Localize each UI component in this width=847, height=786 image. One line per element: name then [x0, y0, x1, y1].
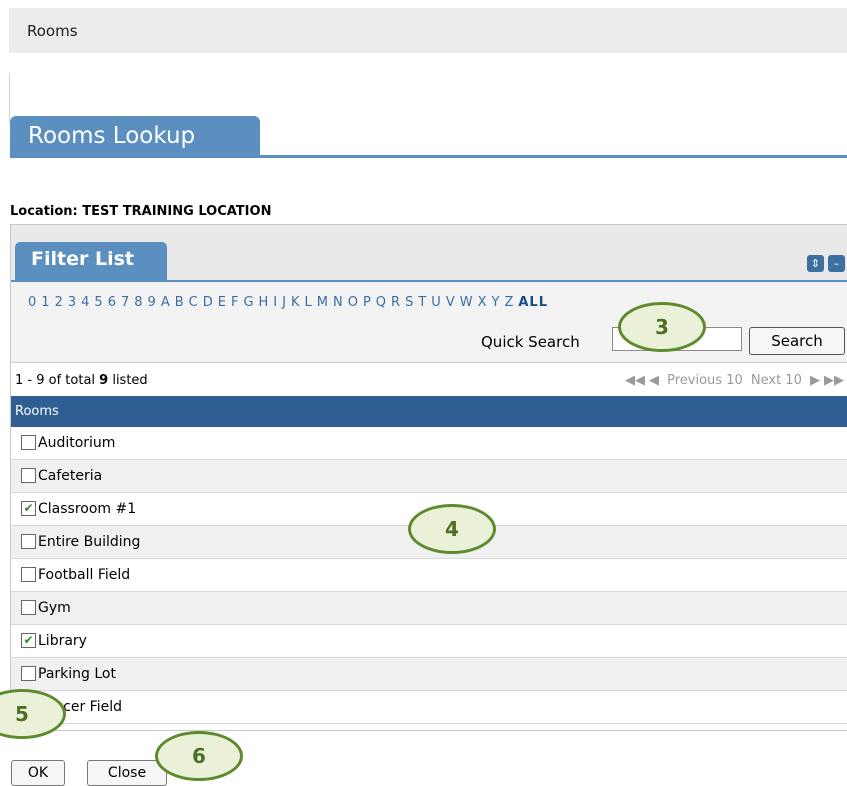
- close-button[interactable]: Close: [87, 760, 167, 786]
- alpha-filter-link[interactable]: L: [305, 295, 313, 310]
- list-item: Football Field: [11, 559, 847, 592]
- alpha-filter-link[interactable]: 1: [41, 295, 50, 310]
- alpha-filter-link[interactable]: 3: [68, 295, 77, 310]
- list-item: Cafeteria: [11, 460, 847, 493]
- alpha-filter-link[interactable]: D: [203, 295, 214, 310]
- room-checkbox[interactable]: [21, 567, 36, 582]
- alpha-filter-link[interactable]: U: [431, 295, 442, 310]
- alpha-filter-link[interactable]: Q: [376, 295, 387, 310]
- alpha-filter-link[interactable]: 0: [28, 295, 37, 310]
- first-page-icon[interactable]: ◀◀: [625, 373, 645, 388]
- alpha-filter-link[interactable]: C: [189, 295, 199, 310]
- alpha-filter-link[interactable]: 6: [108, 295, 117, 310]
- alpha-filter-link[interactable]: F: [231, 295, 239, 310]
- room-label: Auditorium: [38, 435, 116, 451]
- alpha-filter-link[interactable]: B: [175, 295, 185, 310]
- alpha-filter-link[interactable]: Y: [491, 295, 500, 310]
- list-item: ✔ Library: [11, 625, 847, 658]
- alpha-filter-link[interactable]: H: [259, 295, 270, 310]
- filter-header: Filter List ⇕ –: [11, 225, 847, 281]
- callout-badge: 3: [618, 302, 706, 352]
- room-label: Classroom #1: [38, 501, 137, 517]
- collapse-icon[interactable]: –: [828, 255, 845, 272]
- alpha-filter-link[interactable]: E: [218, 295, 227, 310]
- pager: ◀◀ ◀ Previous 10 Next 10 ▶ ▶▶: [621, 373, 844, 388]
- column-header-label: Rooms: [15, 404, 59, 419]
- room-checkbox[interactable]: [21, 534, 36, 549]
- alpha-filter-link[interactable]: J: [282, 295, 287, 310]
- lookup-tab: Rooms Lookup: [10, 116, 260, 156]
- room-label: Cafeteria: [38, 468, 103, 484]
- alpha-filter-link[interactable]: G: [243, 295, 254, 310]
- list-item: Auditorium: [11, 427, 847, 460]
- next-page-icon[interactable]: ▶: [810, 373, 820, 388]
- room-label: Gym: [38, 600, 71, 616]
- list-count: 1 - 9 of total 9 listed: [15, 373, 148, 388]
- alpha-filter-link[interactable]: 7: [121, 295, 130, 310]
- list-total: 9: [99, 373, 109, 388]
- alpha-filter-link[interactable]: 5: [94, 295, 103, 310]
- alpha-filter-link[interactable]: 2: [55, 295, 64, 310]
- room-checkbox[interactable]: ✔: [21, 633, 36, 648]
- lookup-title: Rooms Lookup: [28, 123, 196, 149]
- alpha-filter-link[interactable]: I: [273, 295, 278, 310]
- list-item: Parking Lot: [11, 658, 847, 691]
- room-label: Library: [38, 633, 87, 649]
- last-page-icon[interactable]: ▶▶: [824, 373, 844, 388]
- ok-button[interactable]: OK: [11, 760, 65, 786]
- alpha-filter-link[interactable]: R: [391, 295, 401, 310]
- alpha-filter-link[interactable]: P: [363, 295, 372, 310]
- callout-badge: 4: [408, 504, 496, 554]
- page-header-bar: Rooms: [9, 8, 847, 53]
- alpha-filter-link[interactable]: S: [405, 295, 414, 310]
- list-info-bar: 1 - 9 of total 9 listed ◀◀ ◀ Previous 10 …: [11, 363, 847, 396]
- callout-badge: 6: [155, 731, 243, 781]
- room-checkbox[interactable]: [21, 468, 36, 483]
- previous-page-link[interactable]: Previous 10: [667, 373, 743, 388]
- room-checkbox[interactable]: ✔: [21, 501, 36, 516]
- room-checkbox[interactable]: [21, 600, 36, 615]
- alpha-filter-link[interactable]: V: [446, 295, 456, 310]
- filter-tab: Filter List: [15, 242, 167, 280]
- alpha-filter-all-link[interactable]: ALL: [518, 295, 548, 310]
- alpha-filter-link[interactable]: A: [161, 295, 171, 310]
- alpha-filter-link[interactable]: W: [460, 295, 474, 310]
- alpha-filter: 0 1 2 3 4 5 6 7 8 9 A B C D E F G H I J K L M N O P Q R S T U V W X Y Z ALL …: [11, 282, 847, 363]
- alpha-filter-link[interactable]: X: [478, 295, 488, 310]
- list-item: Soccer Field: [11, 691, 847, 724]
- divider: [10, 155, 847, 158]
- next-page-link[interactable]: Next 10: [751, 373, 802, 388]
- alpha-filter-link[interactable]: N: [333, 295, 344, 310]
- filter-panel: Filter List ⇕ – 0123456789ABCDEFGHIJKLMN…: [10, 224, 847, 731]
- column-header[interactable]: Rooms: [11, 396, 847, 427]
- room-checkbox[interactable]: [21, 435, 36, 450]
- room-list: Auditorium Cafeteria ✔ Classroom #1 Entire B…: [11, 427, 847, 724]
- filter-title: Filter List: [31, 248, 134, 270]
- alpha-filter-link[interactable]: Z: [504, 295, 514, 310]
- quick-search-label: Quick Search: [481, 333, 580, 351]
- alpha-filter-link[interactable]: T: [418, 295, 427, 310]
- alpha-filter-link[interactable]: 8: [134, 295, 143, 310]
- location-label: Location: TEST TRAINING LOCATION: [10, 204, 272, 219]
- room-label: Entire Building: [38, 534, 141, 550]
- room-checkbox[interactable]: [21, 666, 36, 681]
- divider: [9, 73, 10, 123]
- sort-toggle-icon[interactable]: ⇕: [807, 255, 824, 272]
- page-title: Rooms: [27, 22, 78, 40]
- alpha-filter-link[interactable]: O: [348, 295, 359, 310]
- room-label: Parking Lot: [38, 666, 116, 682]
- alpha-filter-link[interactable]: 9: [148, 295, 157, 310]
- previous-page-icon[interactable]: ◀: [649, 373, 659, 388]
- alpha-filter-link[interactable]: K: [291, 295, 301, 310]
- room-label: Football Field: [38, 567, 131, 583]
- alpha-filter-links: 0 1 2 3 4 5 6 7 8 9 A B C D E F G H I J K L M N O P Q R S T U V W X Y Z ALL: [28, 295, 552, 310]
- alpha-filter-link[interactable]: M: [317, 295, 329, 310]
- alpha-filter-link[interactable]: 4: [81, 295, 90, 310]
- list-item: Gym: [11, 592, 847, 625]
- search-button[interactable]: Search: [749, 327, 845, 355]
